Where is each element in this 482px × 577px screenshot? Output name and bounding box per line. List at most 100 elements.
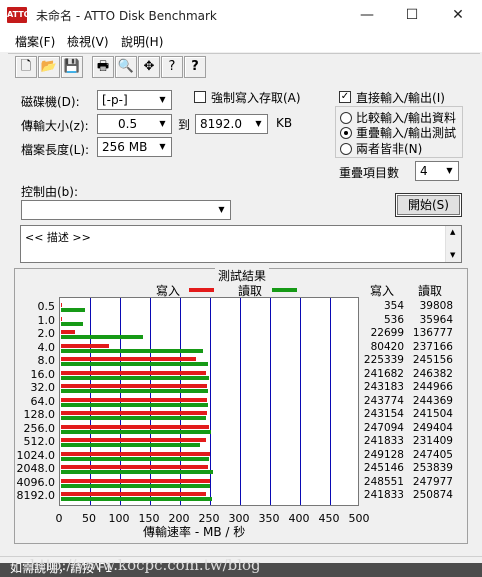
- print-icon[interactable]: 🖶: [92, 56, 114, 78]
- queue-depth-value: 4: [420, 164, 428, 178]
- read-bar: [61, 389, 208, 393]
- chevron-down-icon: ▼: [446, 166, 453, 175]
- read-bar: [61, 483, 210, 488]
- scroll-down-icon[interactable]: ▼: [450, 251, 455, 259]
- read-bar: [61, 456, 210, 461]
- open-icon[interactable]: 📂: [38, 56, 60, 78]
- read-bar: [61, 375, 209, 380]
- write-value: 536: [383, 313, 404, 326]
- new-icon[interactable]: 🗋: [15, 56, 37, 78]
- x-axis-label: 傳輸速率 - MB / 秒: [143, 525, 246, 539]
- y-tick-label: 8.0: [37, 354, 56, 367]
- force-write-checkbox[interactable]: [194, 91, 206, 103]
- read-value: 39808: [419, 300, 453, 312]
- write-bar: [61, 411, 207, 415]
- divider: [8, 53, 480, 54]
- drive-select[interactable]: [-p-] ▼: [97, 90, 172, 110]
- x-tick-label: 500: [348, 512, 370, 525]
- file-length-select[interactable]: 256 MB ▼: [97, 137, 172, 157]
- read-bar: [61, 443, 200, 447]
- y-tick-label: 2048.0: [16, 462, 56, 475]
- maximize-button[interactable]: ☐: [389, 0, 435, 30]
- chevron-down-icon: ▼: [159, 142, 166, 151]
- read-value: 244369: [412, 394, 453, 407]
- transfer-to-label: 到: [178, 118, 191, 132]
- read-column-header: 讀取: [418, 284, 443, 298]
- overlap-io-radio[interactable]: [340, 127, 352, 139]
- read-value: 246382: [412, 367, 453, 380]
- chevron-down-icon: ▼: [159, 119, 166, 128]
- watermark: http://www.kocpc.com.tw/blog: [30, 556, 261, 574]
- controlled-by-select[interactable]: ▼: [21, 200, 231, 220]
- read-value: 250874: [412, 489, 453, 501]
- overlap-io-label: 重疊輸入/輸出測試: [356, 126, 457, 140]
- write-value: 241833: [363, 489, 404, 501]
- read-bar: [61, 429, 211, 434]
- x-tick-label: 450: [318, 512, 340, 525]
- chevron-down-icon: ▼: [255, 119, 262, 128]
- y-tick-label: 1.0: [37, 313, 56, 327]
- description-text: << 描述 >>: [25, 231, 91, 244]
- context-help-icon[interactable]: ?: [184, 56, 206, 78]
- read-bar: [61, 335, 144, 339]
- description-scrollbar[interactable]: ▲ ▼: [445, 226, 461, 262]
- queue-depth-select[interactable]: 4 ▼: [415, 161, 459, 181]
- scroll-up-icon[interactable]: ▲: [450, 228, 455, 236]
- x-tick-label: 0: [55, 512, 63, 525]
- read-bar: [61, 416, 206, 420]
- close-button[interactable]: ✕: [435, 0, 481, 30]
- grid-line: [240, 298, 241, 505]
- write-value: 241682: [363, 367, 404, 380]
- direct-io-checkbox[interactable]: ✓: [339, 91, 351, 103]
- force-write-label: 強制寫入存取(A): [211, 91, 301, 105]
- minimize-button[interactable]: —: [344, 0, 390, 30]
- menu-file[interactable]: 檔案(F): [15, 33, 55, 50]
- description-box[interactable]: << 描述 >> ▲ ▼: [20, 225, 462, 263]
- compare-io-radio[interactable]: [340, 112, 352, 124]
- x-tick-label: 400: [288, 512, 310, 525]
- y-tick-label: 4.0: [37, 340, 56, 354]
- read-value: 247977: [412, 475, 453, 488]
- write-bar: [61, 478, 211, 483]
- read-value: 249404: [412, 421, 453, 434]
- transfer-to-select[interactable]: 8192.0 ▼: [195, 114, 268, 134]
- drive-value: [-p-]: [102, 93, 128, 107]
- write-value: 354: [383, 300, 404, 312]
- write-value: 243774: [363, 394, 404, 407]
- write-bar: [61, 451, 211, 456]
- neither-radio[interactable]: [340, 143, 352, 155]
- start-button[interactable]: 開始(S): [395, 193, 462, 217]
- y-tick-label: 2.0: [37, 327, 56, 340]
- menu-view[interactable]: 檢視(V): [67, 33, 109, 50]
- grid-line: [330, 298, 331, 505]
- read-bar: [61, 348, 204, 353]
- neither-label: 兩者皆非(N): [356, 142, 423, 156]
- write-bar: [61, 492, 207, 496]
- read-bar: [61, 362, 209, 366]
- read-bar: [61, 321, 83, 326]
- transfer-size-label: 傳輸大小(z):: [21, 119, 89, 133]
- y-tick-label: 16.0: [30, 367, 56, 381]
- y-tick-label: 256.0: [23, 421, 56, 435]
- save-icon[interactable]: 💾: [61, 56, 83, 78]
- print-preview-icon[interactable]: 🔍: [115, 56, 137, 78]
- write-value: 245146: [363, 462, 404, 474]
- read-value: 241504: [412, 408, 453, 420]
- read-value: 253839: [412, 462, 453, 474]
- write-bar: [61, 424, 210, 429]
- read-value: 237166: [412, 340, 453, 353]
- help-icon[interactable]: ?: [161, 56, 183, 78]
- chart-plot-area: [59, 297, 359, 506]
- x-tick-label: 50: [82, 512, 96, 525]
- write-bar: [61, 438, 207, 442]
- write-value: 241833: [363, 435, 404, 447]
- write-bar: [61, 316, 62, 321]
- menu-help[interactable]: 說明(H): [121, 33, 163, 50]
- file-length-label: 檔案長度(L):: [21, 143, 90, 157]
- transfer-unit: KB: [276, 116, 293, 130]
- write-value: 243154: [363, 408, 404, 420]
- x-tick-label: 100: [108, 512, 130, 525]
- move-icon[interactable]: ✥: [138, 56, 160, 78]
- write-bar: [61, 465, 209, 469]
- transfer-from-select[interactable]: 0.5 ▼: [97, 114, 172, 134]
